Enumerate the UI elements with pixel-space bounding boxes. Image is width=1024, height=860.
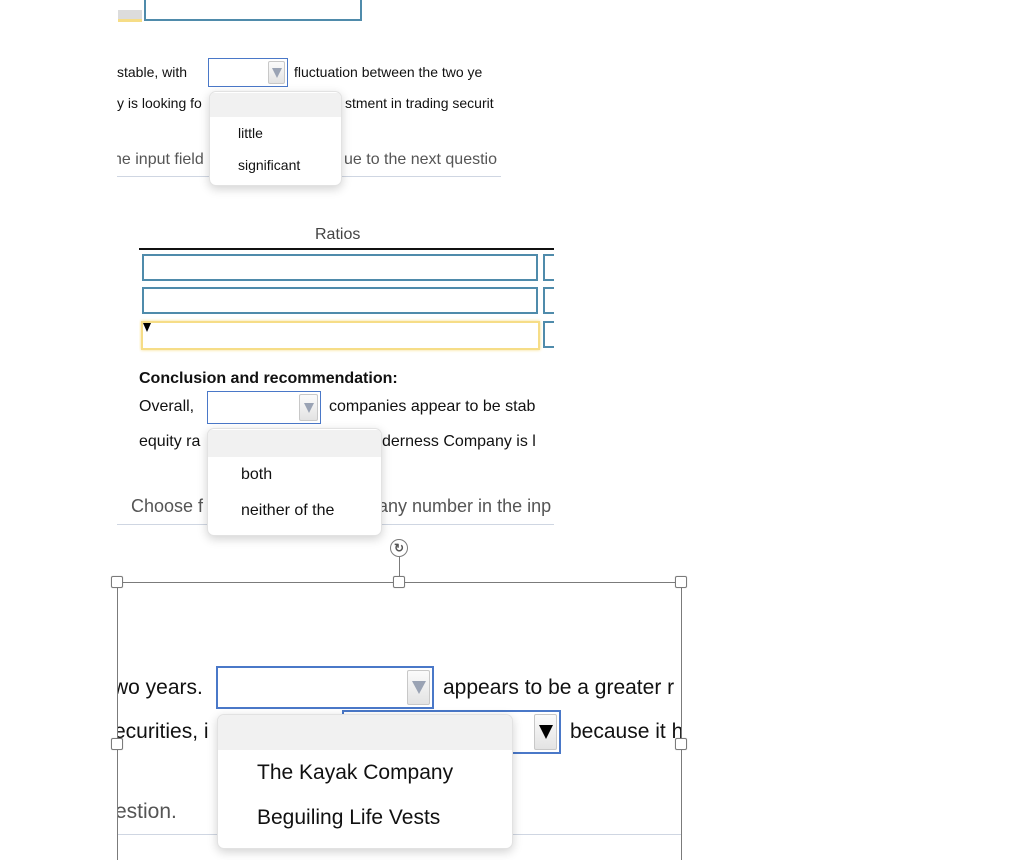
instruction-hint: any number in the inp [378, 496, 552, 516]
rotate-icon[interactable]: ↻ [390, 539, 408, 557]
ratio-value-input-row-3[interactable] [543, 321, 554, 348]
dropdown-option-both[interactable]: both [208, 457, 381, 493]
chevron-down-icon [538, 725, 553, 739]
top-input-fragment[interactable] [144, 0, 362, 21]
ratios-column-header: Ratios [315, 226, 361, 243]
sentence-fragment: derness Company is l [382, 433, 536, 450]
dropdown-arrow-button[interactable] [407, 670, 430, 705]
chevron-down-icon [411, 681, 426, 694]
fluctuation-dropdown-menu: little significant [209, 91, 342, 186]
ratio-input-row-2[interactable] [142, 287, 538, 314]
chevron-down-icon [143, 323, 151, 332]
conclusion-heading: Conclusion and recommendation: [139, 370, 398, 387]
sentence-fragment: appears to be a greater r [443, 676, 675, 699]
selection-frame-right [681, 582, 682, 860]
instruction-hint: ue to the next questio [344, 151, 497, 168]
dropdown-arrow-button[interactable] [299, 394, 318, 421]
overall-companies-select[interactable] [207, 391, 321, 424]
instruction-hint: estion. [118, 800, 177, 823]
ratio-value-input-row-2[interactable] [543, 287, 554, 314]
dropdown-blank-option[interactable] [218, 715, 512, 750]
chevron-down-icon [303, 402, 314, 413]
chevron-down-icon [271, 67, 282, 78]
instruction-hint: Choose f [131, 496, 204, 516]
dropdown-arrow-button[interactable] [268, 61, 285, 84]
dropdown-arrow-button[interactable] [143, 323, 163, 332]
sentence-fragment: stable, with [117, 64, 188, 80]
ratio-value-input-row-1[interactable] [543, 254, 554, 281]
dropdown-blank-option[interactable] [208, 430, 381, 457]
sentence-fragment: fluctuation between the two ye [294, 64, 483, 80]
dropdown-option-significant[interactable]: significant [210, 149, 341, 181]
instruction-hint: he input field [117, 151, 204, 168]
dropdown-arrow-button[interactable] [534, 714, 557, 750]
overall-dropdown-menu: both neither of the [207, 428, 382, 536]
ratios-table [139, 250, 554, 355]
top-highlighted-field-fragment[interactable] [118, 10, 142, 22]
dropdown-blank-option[interactable] [210, 93, 341, 117]
dropdown-option-little[interactable]: little [210, 117, 341, 149]
sentence-fragment: y is looking fo [117, 95, 202, 111]
dropdown-option-kayak-company[interactable]: The Kayak Company [218, 750, 512, 795]
company-dropdown-menu: The Kayak Company Beguiling Life Vests [217, 714, 513, 849]
sentence-fragment: equity ra [139, 433, 201, 450]
sentence-fragment: wo years. [118, 676, 203, 699]
ratio-select-row-3[interactable] [141, 321, 540, 350]
sentence-fragment: Overall, [139, 398, 195, 415]
ratio-input-row-1[interactable] [142, 254, 538, 281]
sentence-fragment: ecurities, i [118, 720, 209, 743]
sentence-fragment: companies appear to be stab [329, 398, 536, 415]
dropdown-option-neither[interactable]: neither of the [208, 493, 381, 529]
greater-company-select[interactable] [216, 666, 434, 709]
sentence-fragment: stment in trading securit [345, 95, 494, 111]
dropdown-option-beguiling-life-vests[interactable]: Beguiling Life Vests [218, 795, 512, 840]
fluctuation-select[interactable] [208, 58, 288, 87]
sentence-fragment: because it h [570, 720, 681, 743]
